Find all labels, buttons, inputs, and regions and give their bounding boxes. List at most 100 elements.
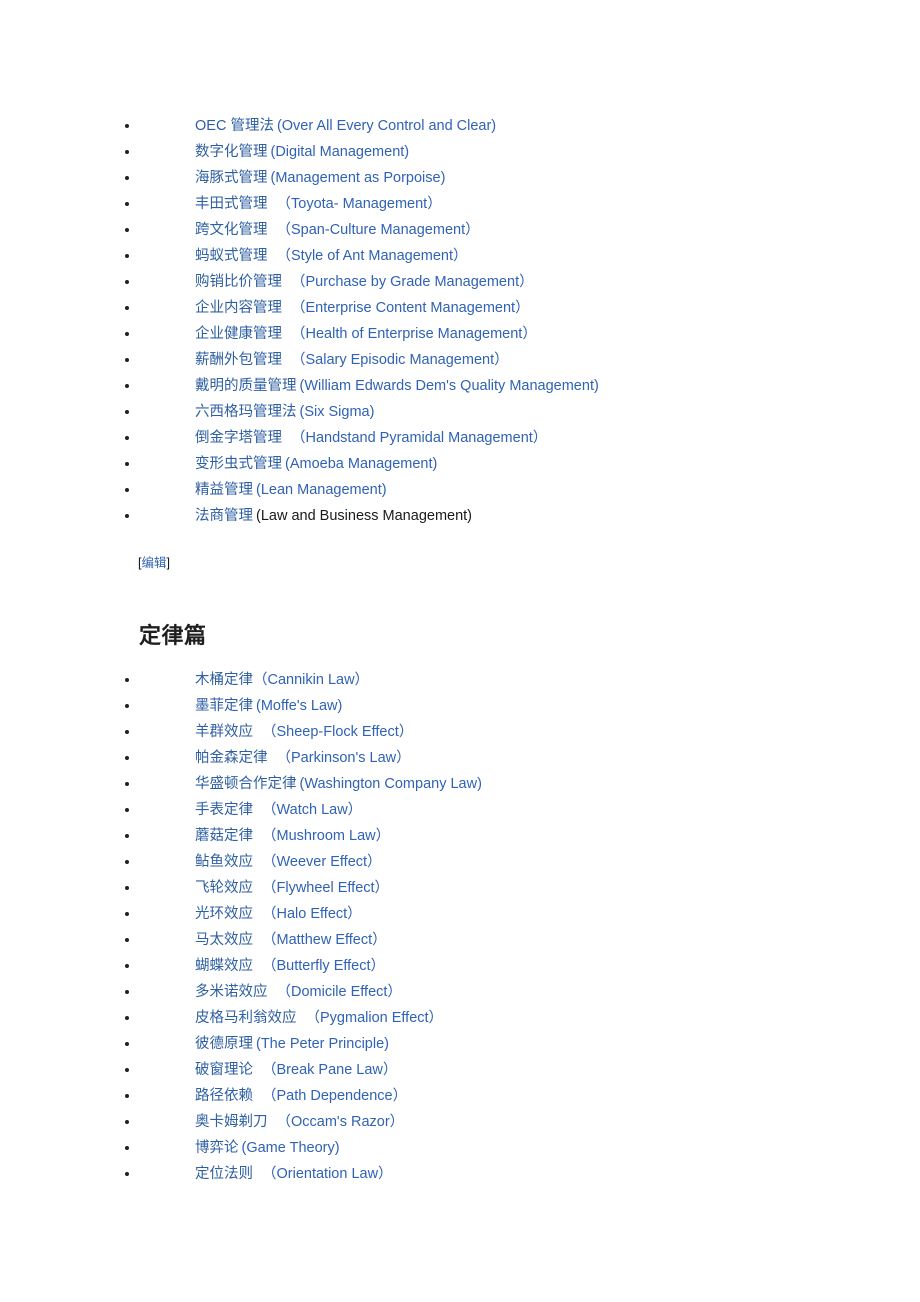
law-entry-english-label[interactable]: （Break Pane Law） — [253, 1062, 397, 1078]
law-entry-link[interactable]: 羊群效应 — [195, 724, 253, 740]
list-item: 光环效应 （Halo Effect） — [0, 901, 920, 927]
law-entry-english-label[interactable]: （Weever Effect） — [253, 854, 382, 870]
law-entry-english-label[interactable]: （Halo Effect） — [253, 906, 362, 922]
management-method-english-label[interactable]: （Span-Culture Management） — [268, 222, 480, 238]
management-method-english-label[interactable]: （Style of Ant Management） — [268, 248, 468, 264]
management-method-link[interactable]: 企业内容管理 — [195, 300, 282, 316]
management-method-link[interactable]: 戴明的质量管理 — [195, 378, 297, 394]
list-item: 蚂蚁式管理 （Style of Ant Management） — [0, 243, 920, 269]
management-method-link[interactable]: 海豚式管理 — [195, 170, 268, 186]
law-entry-link[interactable]: 破窗理论 — [195, 1062, 253, 1078]
management-method-english-label[interactable]: (Over All Every Control and Clear) — [274, 118, 496, 134]
law-entry-link[interactable]: 博弈论 — [195, 1140, 239, 1156]
law-entry-english-label[interactable]: (Moffe's Law) — [253, 698, 342, 714]
law-entry-english-label[interactable]: （Matthew Effect） — [253, 932, 387, 948]
list-item: 精益管理 (Lean Management) — [0, 477, 920, 503]
management-method-english-label[interactable]: (Amoeba Management) — [282, 456, 437, 472]
law-entry-link[interactable]: 光环效应 — [195, 906, 253, 922]
list-item: 破窗理论 （Break Pane Law） — [0, 1057, 920, 1083]
edit-section-marker[interactable]: [编辑] — [138, 555, 170, 571]
management-method-link[interactable]: 蚂蚁式管理 — [195, 248, 268, 264]
list-item: 羊群效应 （Sheep-Flock Effect） — [0, 719, 920, 745]
law-entry-english-label[interactable]: （Orientation Law） — [253, 1166, 393, 1182]
management-method-english-label[interactable]: （Salary Episodic Management） — [282, 352, 509, 368]
management-method-link[interactable]: OEC 管理法 — [195, 118, 274, 134]
management-method-link[interactable]: 企业健康管理 — [195, 326, 282, 342]
law-entry-english-label[interactable]: （Occam's Razor） — [268, 1114, 405, 1130]
management-method-english-label[interactable]: (Six Sigma) — [297, 404, 375, 420]
law-entry-english-label[interactable]: （Cannikin Law） — [253, 672, 369, 688]
law-entry-link[interactable]: 墨菲定律 — [195, 698, 253, 714]
law-entry-english-label[interactable]: (Washington Company Law) — [297, 776, 482, 792]
law-entry-link[interactable]: 定位法则 — [195, 1166, 253, 1182]
management-method-link[interactable]: 丰田式管理 — [195, 196, 268, 212]
list-item: 奥卡姆剃刀 （Occam's Razor） — [0, 1109, 920, 1135]
laws-and-effects-list: 木桶定律（Cannikin Law） 墨菲定律 (Moffe's Law) 羊群效应（… — [0, 667, 920, 1187]
law-entry-english-label[interactable]: （Parkinson's Law） — [268, 750, 411, 766]
list-item: 企业内容管理 （Enterprise Content Management） — [0, 295, 920, 321]
list-item: 六西格玛管理法 (Six Sigma) — [0, 399, 920, 425]
law-entry-link[interactable]: 奥卡姆剃刀 — [195, 1114, 268, 1130]
management-method-link[interactable]: 薪酬外包管理 — [195, 352, 282, 368]
list-item: 购销比价管理 （Purchase by Grade Management） — [0, 269, 920, 295]
list-item: 彼德原理 (The Peter Principle) — [0, 1031, 920, 1057]
management-method-english-label[interactable]: （Toyota- Management） — [268, 196, 442, 212]
law-entry-link[interactable]: 木桶定律 — [195, 672, 253, 688]
law-entry-link[interactable]: 蘑菇定律 — [195, 828, 253, 844]
management-method-english-label[interactable]: （Enterprise Content Management） — [282, 300, 530, 316]
management-method-english-label[interactable]: （Health of Enterprise Management） — [282, 326, 537, 342]
law-entry-link[interactable]: 路径依赖 — [195, 1088, 253, 1104]
list-item: 多米诺效应 （Domicile Effect） — [0, 979, 920, 1005]
law-entry-link[interactable]: 彼德原理 — [195, 1036, 253, 1052]
list-item: 蝴蝶效应 （Butterfly Effect） — [0, 953, 920, 979]
edit-link[interactable]: 编辑 — [141, 556, 166, 570]
list-item: 马太效应 （Matthew Effect） — [0, 927, 920, 953]
list-item: 飞轮效应 （Flywheel Effect） — [0, 875, 920, 901]
law-entry-english-label[interactable]: （Flywheel Effect） — [253, 880, 389, 896]
list-item: 倒金字塔管理 （Handstand Pyramidal Management） — [0, 425, 920, 451]
law-entry-link[interactable]: 马太效应 — [195, 932, 253, 948]
management-method-english-label[interactable]: (William Edwards Dem's Quality Managemen… — [297, 378, 599, 394]
management-method-link[interactable]: 数字化管理 — [195, 144, 268, 160]
management-method-link[interactable]: 跨文化管理 — [195, 222, 268, 238]
list-item: 丰田式管理 （Toyota- Management） — [0, 191, 920, 217]
law-entry-link[interactable]: 帕金森定律 — [195, 750, 268, 766]
law-entry-english-label[interactable]: （Path Dependence） — [253, 1088, 407, 1104]
law-entry-link[interactable]: 皮格马利翁效应 — [195, 1010, 297, 1026]
law-entry-english-label[interactable]: （Watch Law） — [253, 802, 362, 818]
page-title: 定律篇 — [139, 623, 207, 649]
list-item: 蘑菇定律 （Mushroom Law） — [0, 823, 920, 849]
list-item: 变形虫式管理 (Amoeba Management) — [0, 451, 920, 477]
management-method-link[interactable]: 变形虫式管理 — [195, 456, 282, 472]
management-method-english-label[interactable]: (Lean Management) — [253, 482, 387, 498]
law-entry-english-label[interactable]: (Game Theory) — [239, 1140, 340, 1156]
law-entry-english-label[interactable]: （Mushroom Law） — [253, 828, 390, 844]
management-method-english-label[interactable]: (Digital Management) — [268, 144, 410, 160]
list-item: 墨菲定律 (Moffe's Law) — [0, 693, 920, 719]
list-item: 木桶定律（Cannikin Law） — [0, 667, 920, 693]
management-method-link[interactable]: 购销比价管理 — [195, 274, 282, 290]
list-item: 皮格马利翁效应 （Pygmalion Effect） — [0, 1005, 920, 1031]
management-method-link[interactable]: 六西格玛管理法 — [195, 404, 297, 420]
management-method-english-label[interactable]: （Handstand Pyramidal Management） — [282, 430, 547, 446]
list-item: 博弈论 (Game Theory) — [0, 1135, 920, 1161]
law-entry-link[interactable]: 华盛顿合作定律 — [195, 776, 297, 792]
law-entry-link[interactable]: 手表定律 — [195, 802, 253, 818]
law-entry-english-label[interactable]: （Pygmalion Effect） — [297, 1010, 444, 1026]
management-method-english-label[interactable]: （Purchase by Grade Management） — [282, 274, 534, 290]
law-entry-link[interactable]: 鲇鱼效应 — [195, 854, 253, 870]
law-entry-english-label[interactable]: （Domicile Effect） — [268, 984, 402, 1000]
law-entry-link[interactable]: 多米诺效应 — [195, 984, 268, 1000]
management-method-link[interactable]: 法商管理 — [195, 508, 253, 524]
law-entry-link[interactable]: 蝴蝶效应 — [195, 958, 253, 974]
list-item: 企业健康管理 （Health of Enterprise Management） — [0, 321, 920, 347]
management-method-link[interactable]: 精益管理 — [195, 482, 253, 498]
management-method-english-label[interactable]: (Management as Porpoise) — [268, 170, 446, 186]
law-entry-link[interactable]: 飞轮效应 — [195, 880, 253, 896]
law-entry-english-label[interactable]: （Sheep-Flock Effect） — [253, 724, 413, 740]
list-item: 跨文化管理 （Span-Culture Management） — [0, 217, 920, 243]
list-item: 法商管理 (Law and Business Management) — [0, 503, 920, 529]
law-entry-english-label[interactable]: (The Peter Principle) — [253, 1036, 389, 1052]
management-method-link[interactable]: 倒金字塔管理 — [195, 430, 282, 446]
law-entry-english-label[interactable]: （Butterfly Effect） — [253, 958, 385, 974]
